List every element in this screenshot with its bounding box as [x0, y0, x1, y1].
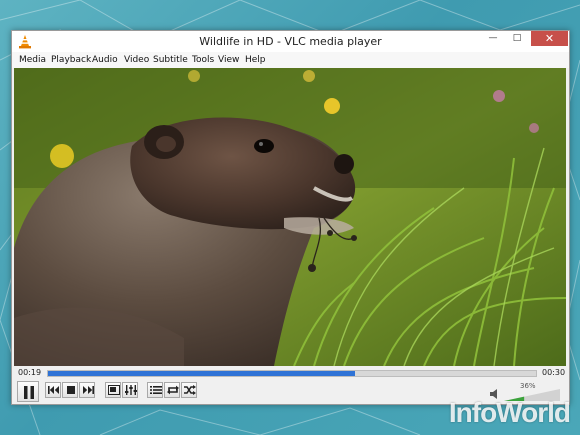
shuffle-button[interactable] [181, 382, 197, 398]
maximize-button[interactable]: □ [505, 31, 529, 46]
marmot-video-frame [14, 68, 566, 366]
menu-video[interactable]: Video [124, 52, 149, 68]
seek-row: 00:19 00:30 [12, 366, 569, 380]
fullscreen-icon [108, 385, 120, 395]
video-display[interactable] [14, 68, 566, 366]
previous-button[interactable] [45, 382, 61, 398]
menu-audio[interactable]: Audio [92, 52, 118, 68]
pause-icon [24, 386, 34, 399]
previous-icon [48, 386, 59, 394]
loop-icon [167, 385, 179, 395]
stop-button[interactable] [62, 382, 78, 398]
menu-bar: Media Playback Audio Video Subtitle Tool… [12, 52, 569, 68]
loop-button[interactable] [164, 382, 180, 398]
menu-help[interactable]: Help [245, 52, 266, 68]
seek-slider[interactable] [47, 370, 537, 377]
infoworld-watermark: InfoWorld [448, 397, 571, 428]
elapsed-time: 00:19 [18, 368, 42, 377]
menu-media[interactable]: Media [19, 52, 46, 68]
title-bar[interactable]: Wildlife in HD - VLC media player — □ ✕ [12, 31, 569, 52]
fullscreen-button[interactable] [105, 382, 121, 398]
equalizer-icon [125, 385, 137, 395]
seek-progress [48, 371, 356, 376]
vlc-window: Wildlife in HD - VLC media player — □ ✕ … [11, 30, 570, 405]
play-pause-button[interactable] [17, 381, 39, 402]
minimize-button[interactable]: — [481, 31, 505, 46]
shuffle-icon [184, 385, 196, 395]
close-button[interactable]: ✕ [531, 31, 568, 46]
total-time: 00:30 [542, 368, 566, 377]
next-icon [83, 386, 94, 394]
playlist-icon [150, 386, 162, 394]
menu-playback[interactable]: Playback [51, 52, 91, 68]
menu-subtitle[interactable]: Subtitle [153, 52, 188, 68]
stop-icon [67, 386, 75, 394]
next-button[interactable] [79, 382, 95, 398]
menu-view[interactable]: View [218, 52, 239, 68]
extended-settings-button[interactable] [122, 382, 138, 398]
playlist-button[interactable] [147, 382, 163, 398]
menu-tools[interactable]: Tools [192, 52, 214, 68]
